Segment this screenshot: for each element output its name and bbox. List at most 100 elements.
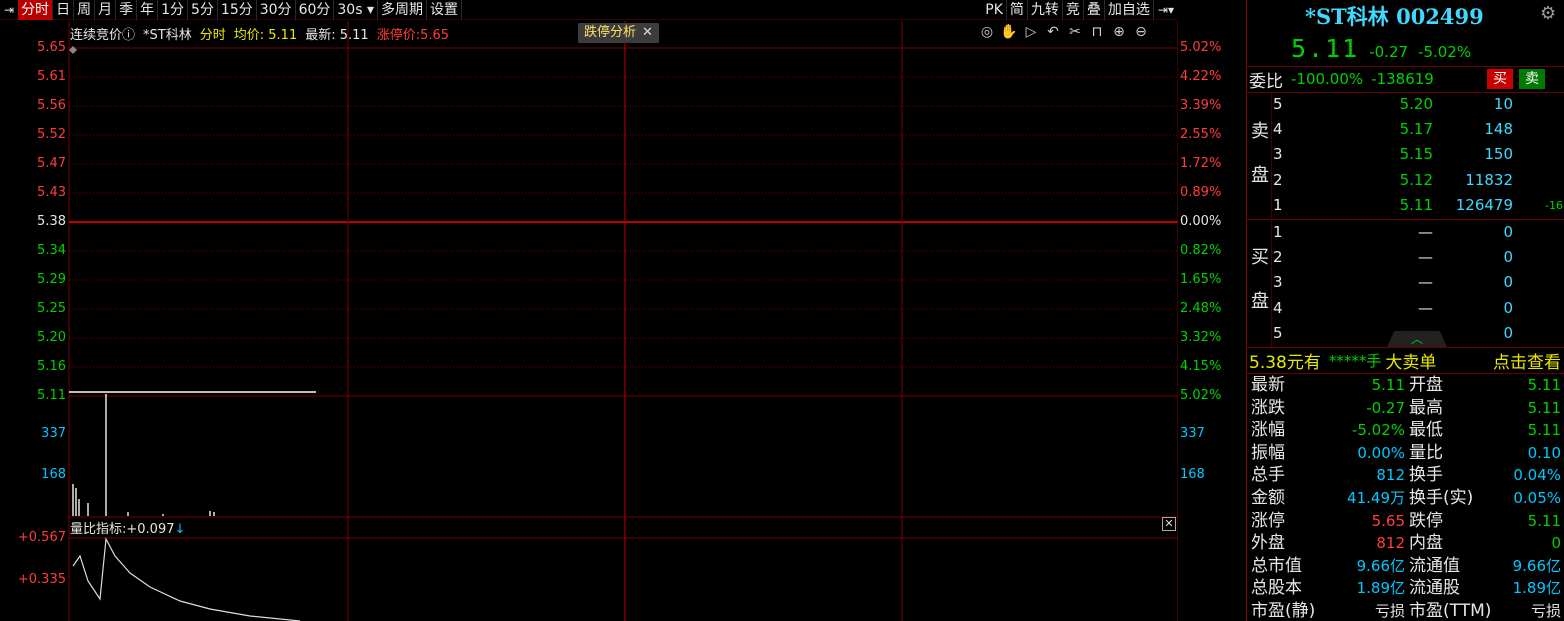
stat-value: 0.04% (1513, 466, 1561, 485)
bigorder-unit: 元有 (1286, 352, 1321, 373)
toolbar-action[interactable]: 加自选 (1105, 0, 1154, 20)
stat-value: 0 (1551, 534, 1561, 553)
last-value: 5.11 (339, 27, 369, 43)
stat-value: 亏损 (1374, 601, 1405, 620)
period-tab[interactable]: 30s ▾ (334, 0, 378, 20)
period-tab[interactable]: 日 (53, 0, 75, 20)
weibi-pct: -100.00% (1291, 70, 1364, 88)
level: 1 (1273, 223, 1283, 241)
buy-side-label: 买 盘 (1251, 247, 1269, 312)
ask-row[interactable]: 4 5.17 148 (1273, 117, 1563, 142)
last-label: 最新: (305, 27, 336, 43)
hand-icon[interactable]: ✋ (1000, 24, 1018, 40)
close-indicator-icon[interactable]: ✕ (1162, 517, 1176, 531)
expand-arrow-icon[interactable]: ⇥▾ (1154, 0, 1178, 20)
price-tick-label: 5.38 (37, 214, 66, 229)
stat-label: 总市值 (1251, 555, 1302, 576)
bid-volume: 0 (1503, 248, 1513, 267)
stat-label: 涨幅 (1251, 420, 1285, 441)
volume-axis-label: 337 (41, 426, 66, 441)
bid-row[interactable]: 2 — 0 (1273, 245, 1563, 270)
percent-tick-label: 2.48% (1180, 301, 1222, 316)
stat-value: 5.11 (1527, 421, 1561, 440)
bid-row[interactable]: 1 — 0 (1273, 220, 1563, 245)
scissors-icon[interactable]: ✂ (1066, 24, 1084, 40)
gear-icon[interactable]: ⚙ (1540, 3, 1556, 24)
period-tab[interactable]: 分时 (18, 0, 54, 20)
price-change-pct: -5.02% (1418, 43, 1472, 61)
toolbar-action[interactable]: 叠 (1084, 0, 1105, 20)
ask-row[interactable]: 3 5.15 150 (1273, 142, 1563, 167)
period-tab[interactable]: 多周期 (378, 0, 427, 20)
undo-icon[interactable]: ↶ (1044, 24, 1062, 40)
stat-row: 市盈(静) 亏损 市盈(TTM) 亏损 (1249, 600, 1563, 621)
bid-row[interactable]: 4 — 0 (1273, 296, 1563, 321)
bid-row[interactable]: 3 — 0 (1273, 270, 1563, 295)
stat-value: 812 (1376, 534, 1405, 553)
stat-value: 1.89亿 (1512, 579, 1561, 598)
period-tab[interactable]: 15分 (218, 0, 257, 20)
level: 4 (1273, 120, 1283, 139)
stat-label: 涨停 (1251, 510, 1285, 531)
ask-row[interactable]: 1 5.11 126479 -16 (1273, 193, 1563, 218)
ask-volume: 148 (1484, 120, 1513, 139)
stat-label: 最新 (1251, 375, 1285, 395)
stat-label: 外盘 (1251, 533, 1285, 554)
eye-icon[interactable]: ◎ (978, 24, 996, 40)
stat-row: 涨停 5.65 跌停 5.11 (1249, 510, 1563, 533)
sell-side-label: 卖 盘 (1251, 121, 1269, 186)
period-tab[interactable]: 设置 (427, 0, 462, 20)
lock-icon[interactable]: ⊓ (1088, 24, 1106, 40)
percent-tick-label: 5.02% (1180, 40, 1222, 55)
period-tab[interactable]: 1分 (158, 0, 188, 20)
percent-tick-label: 1.65% (1180, 272, 1222, 287)
period-tab[interactable]: 季 (116, 0, 138, 20)
period-tab[interactable]: 60分 (296, 0, 335, 20)
big-order-bar[interactable]: 5.38元有 *****手 大卖单 点击查看 (1249, 347, 1563, 373)
period-tab[interactable]: 30分 (257, 0, 296, 20)
stat-row: 振幅 0.00% 量比 0.10 (1249, 442, 1563, 465)
stat-label: 内盘 (1409, 533, 1443, 554)
chevron-up-icon[interactable]: ︿ (1387, 331, 1447, 347)
stat-label: 涨跌 (1251, 397, 1285, 418)
vr-axis-label: +0.335 (17, 572, 66, 587)
period-tab[interactable]: 月 (95, 0, 117, 20)
price-tick-label: 5.25 (37, 301, 66, 316)
period-tab[interactable]: 年 (137, 0, 159, 20)
buy-button[interactable]: 买 (1487, 69, 1513, 89)
stat-label: 流通值 (1409, 555, 1460, 576)
ask-volume-change: -16 (1545, 198, 1563, 212)
stat-row: 外盘 812 内盘 0 (1249, 532, 1563, 555)
bid-price: — (1418, 273, 1433, 292)
price-tick-label: 5.20 (37, 330, 66, 345)
sell-button[interactable]: 卖 (1519, 69, 1545, 89)
percent-tick-label: 1.72% (1180, 156, 1222, 171)
bid-volume: 0 (1503, 298, 1513, 317)
collapse-arrow-icon[interactable]: ⇥ (0, 0, 18, 20)
percent-tick-label: 4.22% (1180, 69, 1222, 84)
ask-price: 5.15 (1399, 145, 1433, 164)
zoom-in-icon[interactable]: ⊕ (1110, 24, 1128, 40)
stat-row: 涨幅 -5.02% 最低 5.11 (1249, 419, 1563, 442)
toolbar-action[interactable]: 竞 (1063, 0, 1084, 20)
period-tab[interactable]: 5分 (188, 0, 218, 20)
period-tab[interactable]: 周 (74, 0, 96, 20)
bigorder-price: 5.38 (1249, 352, 1287, 373)
play-icon[interactable]: ▷ (1022, 24, 1040, 40)
toolbar-action[interactable]: 简 (1007, 0, 1028, 20)
volume-axis-label-right: 337 (1180, 426, 1205, 441)
toolbar-action[interactable]: 九转 (1028, 0, 1063, 20)
ask-row[interactable]: 2 5.12 11832 (1273, 168, 1563, 193)
stat-value: 41.49万 (1347, 488, 1405, 507)
zoom-out-icon[interactable]: ⊖ (1132, 24, 1150, 40)
level: 4 (1273, 298, 1283, 317)
limit-down-analysis-tab[interactable]: 跌停分析 ✕ (578, 23, 659, 43)
toolbar-action[interactable]: PK (982, 0, 1007, 20)
ask-row[interactable]: 5 5.20 10 (1273, 92, 1563, 117)
bigorder-tag: 大卖单 (1385, 352, 1437, 373)
view-link[interactable]: 点击查看 (1493, 348, 1561, 373)
weibi-label: 委比 (1249, 71, 1283, 92)
down-arrow-icon: ↓ (174, 522, 186, 537)
pill-close-icon[interactable]: ✕ (642, 25, 653, 40)
price-tick-label: 5.43 (37, 185, 66, 200)
